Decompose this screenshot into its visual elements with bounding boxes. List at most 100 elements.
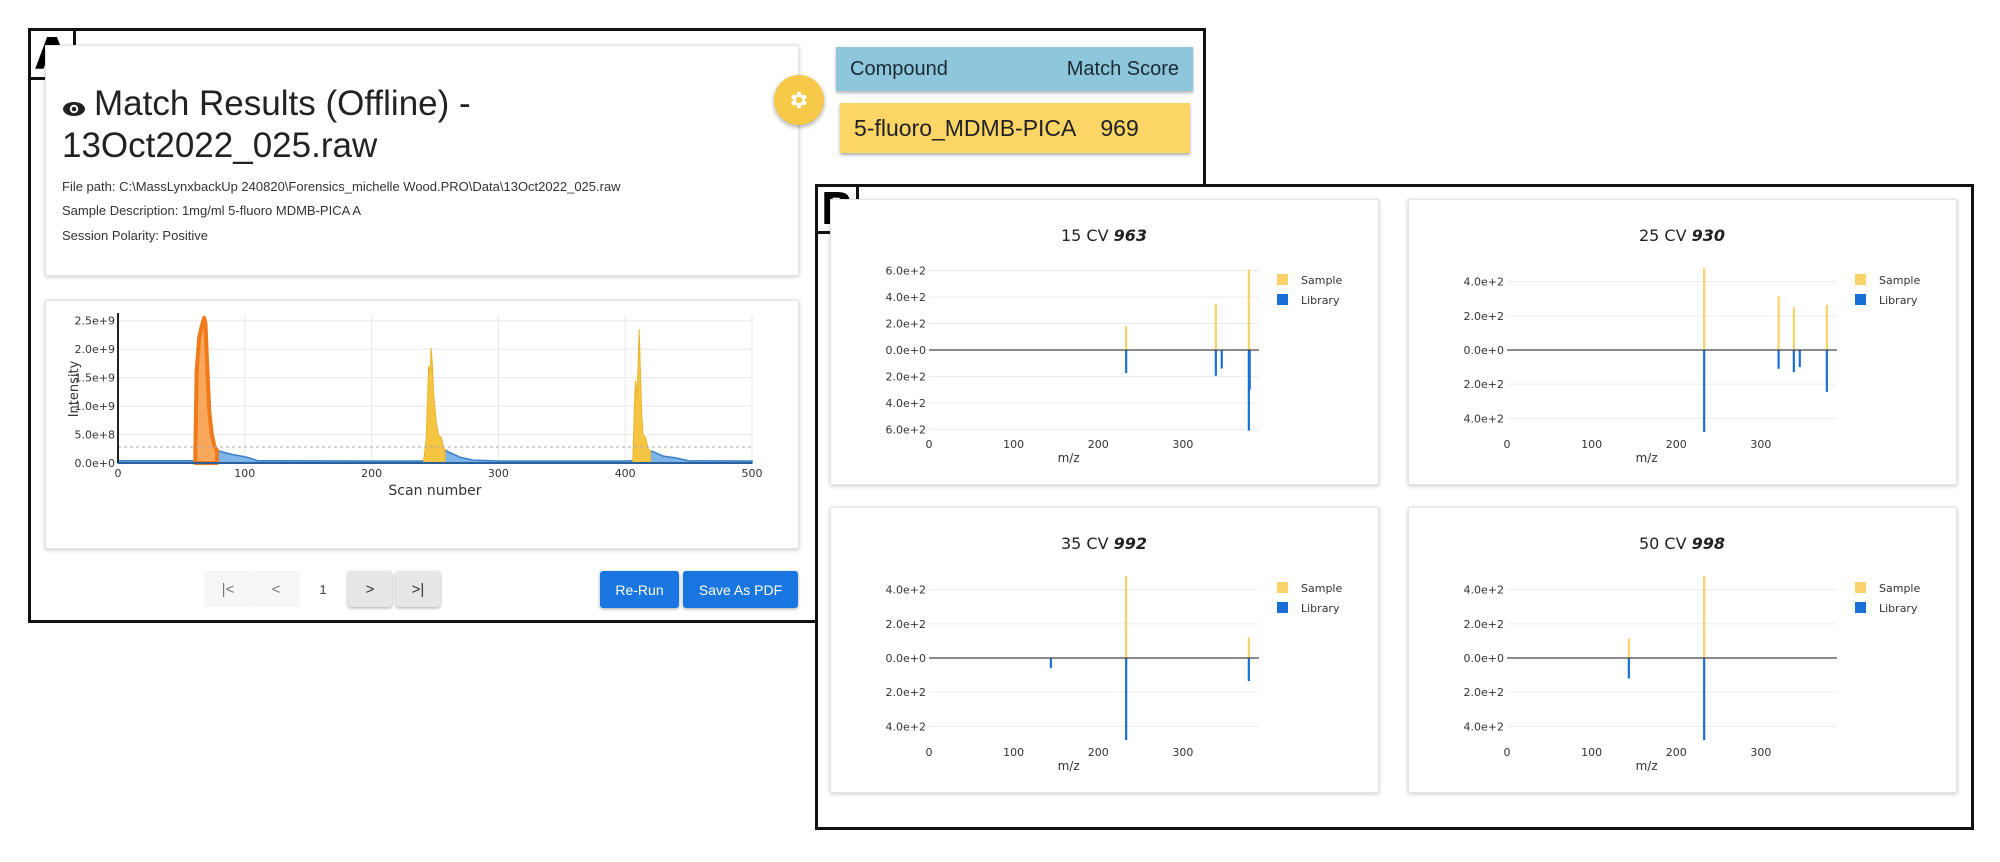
y-tick-label: 2.5e+9 bbox=[75, 315, 115, 328]
chart-title: 25 CV 930 bbox=[1639, 226, 1725, 245]
mirror-chart-25cv[interactable]: 25 CV 9304.0e+22.0e+20.0e+02.0e+24.0e+20… bbox=[1409, 200, 1956, 484]
chromatogram-card: 0 100 200 300 400 500 0.0e+0 5.0e+8 1.0e+9 1.5e+9… bbox=[45, 300, 799, 549]
y-tick-label: 4.0e+2 bbox=[886, 291, 926, 304]
chromatogram-chart[interactable]: 0 100 200 300 400 5000.0e+05.0e+81.0e+91.5e+9… bbox=[46, 301, 798, 548]
x-tick-label: 0 bbox=[926, 746, 933, 759]
mirror-chart-15cv[interactable]: 15 CV 963 6.0e+2 4.0e+2 2.0e+2 0.0e+0 2.0e+2 4… bbox=[831, 200, 1378, 484]
title-cv: 15 CV bbox=[1061, 226, 1114, 245]
title-cv: 50 CV bbox=[1639, 534, 1692, 553]
x-axis-title: Scan number bbox=[388, 483, 481, 499]
x-tick-label: 300 bbox=[1750, 746, 1771, 759]
eye-icon bbox=[62, 86, 86, 126]
current-page: 1 bbox=[319, 581, 327, 597]
x-tick-label: 100 bbox=[234, 467, 255, 480]
x-tick-label: 200 bbox=[1088, 438, 1109, 451]
x-axis-title: m/z bbox=[1058, 451, 1080, 465]
x-tick-label: 300 bbox=[1172, 438, 1193, 451]
mirror-chart-35cv[interactable]: 35 CV 9924.0e+22.0e+20.0e+02.0e+24.0e+20… bbox=[831, 508, 1378, 792]
gear-icon bbox=[791, 91, 807, 109]
page-title: Match Results (Offline) - 13Oct2022_025.… bbox=[62, 84, 471, 166]
first-page-button[interactable]: |< bbox=[204, 571, 252, 607]
y-tick-label: 2.0e+2 bbox=[886, 318, 926, 331]
y-tick-label: 6.0e+2 bbox=[886, 423, 926, 436]
chart-title: 15 CV 963 bbox=[1061, 226, 1147, 245]
y-tick-label: 2.0e+2 bbox=[1464, 686, 1504, 699]
title-line-2: 13Oct2022_025.raw bbox=[62, 125, 378, 165]
x-tick-label: 100 bbox=[1581, 438, 1602, 451]
y-tick-label: 5.0e+8 bbox=[75, 429, 115, 442]
x-tick-label: 0 bbox=[926, 438, 933, 451]
y-tick-label: 4.0e+2 bbox=[886, 720, 926, 733]
compound-result-row[interactable]: 5-fluoro_MDMB-PICA 969 bbox=[840, 103, 1190, 153]
y-tick-label: 6.0e+2 bbox=[886, 265, 926, 278]
title-line-1: Match Results (Offline) - bbox=[94, 84, 471, 123]
y-tick-label: 4.0e+2 bbox=[1464, 276, 1504, 289]
title-score: 930 bbox=[1692, 226, 1725, 245]
y-tick-label: 4.0e+2 bbox=[886, 397, 926, 410]
chart-title: 35 CV 992 bbox=[1061, 534, 1147, 553]
title-score: 963 bbox=[1114, 226, 1147, 245]
library-legend-swatch bbox=[1277, 294, 1288, 305]
library-legend-swatch bbox=[1277, 602, 1288, 613]
compound-column-header: Compound bbox=[850, 57, 948, 80]
selected-peak bbox=[193, 315, 219, 465]
last-page-button[interactable]: >| bbox=[396, 571, 440, 607]
prev-page-button[interactable]: < bbox=[252, 571, 300, 607]
sample-legend-label: Sample bbox=[1879, 274, 1920, 287]
y-tick-label: 0.0e+0 bbox=[1464, 652, 1504, 665]
y-tick-label: 2.0e+2 bbox=[886, 370, 926, 383]
compound-table-header: Compound Match Score bbox=[836, 47, 1193, 91]
sample-legend-label: Sample bbox=[1879, 582, 1920, 595]
y-tick-label: 4.0e+2 bbox=[1464, 412, 1504, 425]
title-cv: 25 CV bbox=[1639, 226, 1692, 245]
rerun-button[interactable]: Re-Run bbox=[600, 571, 679, 608]
next-page-button[interactable]: > bbox=[348, 571, 392, 607]
x-tick-label: 200 bbox=[1666, 438, 1687, 451]
y-tick-label: 2.0e+2 bbox=[1464, 378, 1504, 391]
library-legend-label: Library bbox=[1301, 294, 1340, 307]
mirror-chart-50cv[interactable]: 50 CV 9984.0e+22.0e+20.0e+02.0e+24.0e+20… bbox=[1409, 508, 1956, 792]
mirror-card-25cv: 25 CV 930 4.0e+2 2.0e+2 0.0e+0 2.0e+2 4.0e+2 0… bbox=[1408, 199, 1957, 485]
x-tick-label: 200 bbox=[1666, 746, 1687, 759]
x-tick-label: 200 bbox=[361, 467, 382, 480]
x-axis-title: m/z bbox=[1636, 451, 1658, 465]
library-legend-label: Library bbox=[1879, 602, 1918, 615]
peak-area bbox=[423, 347, 446, 464]
y-tick-label: 2.0e+2 bbox=[1464, 310, 1504, 323]
y-tick-label: 0.0e+0 bbox=[886, 344, 926, 357]
settings-button[interactable] bbox=[774, 75, 824, 125]
match-score: 969 bbox=[1100, 114, 1139, 141]
x-tick-label: 0 bbox=[1504, 438, 1511, 451]
x-tick-label: 0 bbox=[115, 467, 122, 480]
file-path: File path: C:\MassLynxbackUp 240820\Fore… bbox=[62, 179, 621, 194]
sample-legend-swatch bbox=[1855, 274, 1866, 285]
mirror-card-15cv: 15 CV 963 6.0e+2 4.0e+2 2.0e+2 0.0e+0 2.0e+2 4… bbox=[830, 199, 1379, 485]
library-legend-label: Library bbox=[1879, 294, 1918, 307]
x-tick-label: 300 bbox=[1172, 746, 1193, 759]
session-polarity: Session Polarity: Positive bbox=[62, 228, 208, 243]
compound-name: 5-fluoro_MDMB-PICA bbox=[854, 114, 1077, 141]
sample-description: Sample Description: 1mg/ml 5-fluoro MDMB… bbox=[62, 203, 362, 218]
y-tick-label: 2.0e+2 bbox=[886, 618, 926, 631]
y-tick-label: 0.0e+0 bbox=[1464, 344, 1504, 357]
sample-legend-label: Sample bbox=[1301, 582, 1342, 595]
library-legend-label: Library bbox=[1301, 602, 1340, 615]
y-axis-title: Intensity bbox=[67, 360, 82, 417]
chart-title: 50 CV 998 bbox=[1639, 534, 1725, 553]
y-tick-label: 2.0e+2 bbox=[886, 686, 926, 699]
x-tick-label: 500 bbox=[742, 467, 763, 480]
x-tick-label: 100 bbox=[1581, 746, 1602, 759]
match-score-column-header: Match Score bbox=[1066, 57, 1179, 80]
x-tick-label: 0 bbox=[1504, 746, 1511, 759]
x-tick-label: 200 bbox=[1088, 746, 1109, 759]
sample-legend-swatch bbox=[1277, 582, 1288, 593]
x-tick-label: 100 bbox=[1003, 746, 1024, 759]
y-tick-label: 0.0e+0 bbox=[75, 457, 115, 470]
mirror-card-35cv: 35 CV 992 4.0e+2 2.0e+2 0.0e+0 2.0e+2 4.0e+2 0… bbox=[830, 507, 1379, 793]
save-pdf-button[interactable]: Save As PDF bbox=[683, 571, 798, 608]
x-axis-title: m/z bbox=[1636, 759, 1658, 773]
y-tick-label: 2.0e+9 bbox=[75, 343, 115, 356]
x-tick-label: 100 bbox=[1003, 438, 1024, 451]
title-score: 992 bbox=[1114, 534, 1147, 553]
header-card: Match Results (Offline) - 13Oct2022_025.… bbox=[45, 45, 799, 276]
